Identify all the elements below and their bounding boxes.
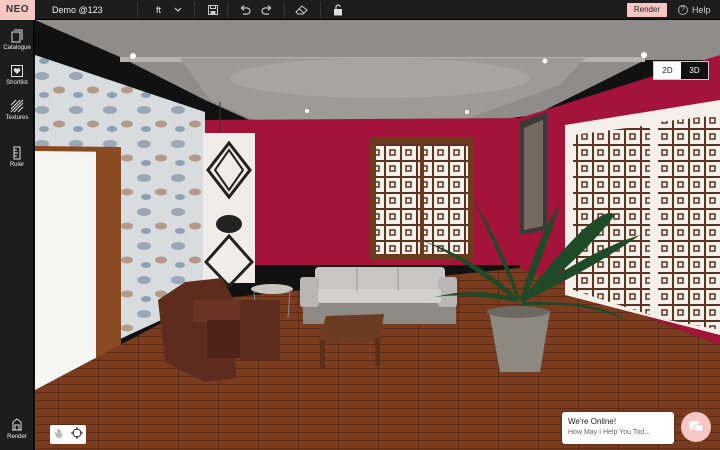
3d-viewport[interactable] [35, 20, 720, 450]
crosshair-icon[interactable] [70, 426, 83, 444]
redo-icon[interactable] [260, 3, 274, 17]
sidebar-item-shortlist[interactable]: Shortlist [0, 60, 34, 100]
app-logo[interactable]: NEO [0, 0, 35, 20]
sidebar-item-label: Textures [5, 115, 29, 121]
chevron-down-icon[interactable] [171, 3, 185, 17]
render-icon [12, 418, 22, 431]
sidebar-item-label: Catalogue [3, 45, 31, 51]
view-mode-3d[interactable]: 3D [681, 62, 708, 79]
view-mode-toggle[interactable]: 2D 3D [653, 61, 709, 80]
shortlist-icon [11, 65, 23, 77]
sidebar-item-textures[interactable]: Textures [0, 95, 34, 135]
sidebar-item-ruler[interactable]: Ruler [0, 142, 34, 182]
view-tools [50, 425, 86, 444]
help-label: Help [692, 5, 711, 15]
sidebar-item-label: Render [7, 434, 27, 440]
project-name[interactable]: Demo @123 [52, 0, 103, 20]
render-button[interactable]: Render [627, 3, 667, 17]
sidebar-item-label: Ruler [9, 162, 25, 168]
divider [194, 2, 195, 18]
textures-icon [10, 99, 24, 113]
chat-button[interactable] [681, 412, 711, 442]
top-bar: NEO Demo @123 ft Render ? Help [0, 0, 720, 20]
sidebar-item-label: Shortlist [6, 80, 28, 86]
divider [137, 2, 138, 18]
help-icon: ? [678, 5, 688, 15]
chat-subtitle: How May I Help You Tod... [568, 429, 650, 436]
view-mode-2d[interactable]: 2D [654, 62, 681, 79]
unit-select[interactable]: ft [156, 0, 161, 20]
divider [284, 2, 285, 18]
ruler-icon [13, 146, 21, 160]
catalogue-icon [11, 29, 23, 43]
hand-pan-icon[interactable] [54, 426, 64, 444]
chat-title: We're Online! [568, 417, 617, 426]
undo-icon[interactable] [238, 3, 252, 17]
eraser-icon[interactable] [295, 3, 309, 17]
divider [227, 2, 228, 18]
room-render[interactable] [35, 20, 720, 450]
sidebar: Catalogue Shortlist Textures Ruler Rende… [0, 20, 34, 450]
unlock-icon[interactable] [331, 3, 345, 17]
chat-icon [689, 421, 704, 432]
chat-widget[interactable]: We're Online! How May I Help You Tod... [562, 412, 674, 444]
sidebar-item-render[interactable]: Render [0, 414, 34, 450]
help-button[interactable]: ? Help [678, 0, 711, 20]
save-icon[interactable] [206, 3, 220, 17]
sidebar-item-catalogue[interactable]: Catalogue [0, 25, 34, 65]
divider [320, 2, 321, 18]
